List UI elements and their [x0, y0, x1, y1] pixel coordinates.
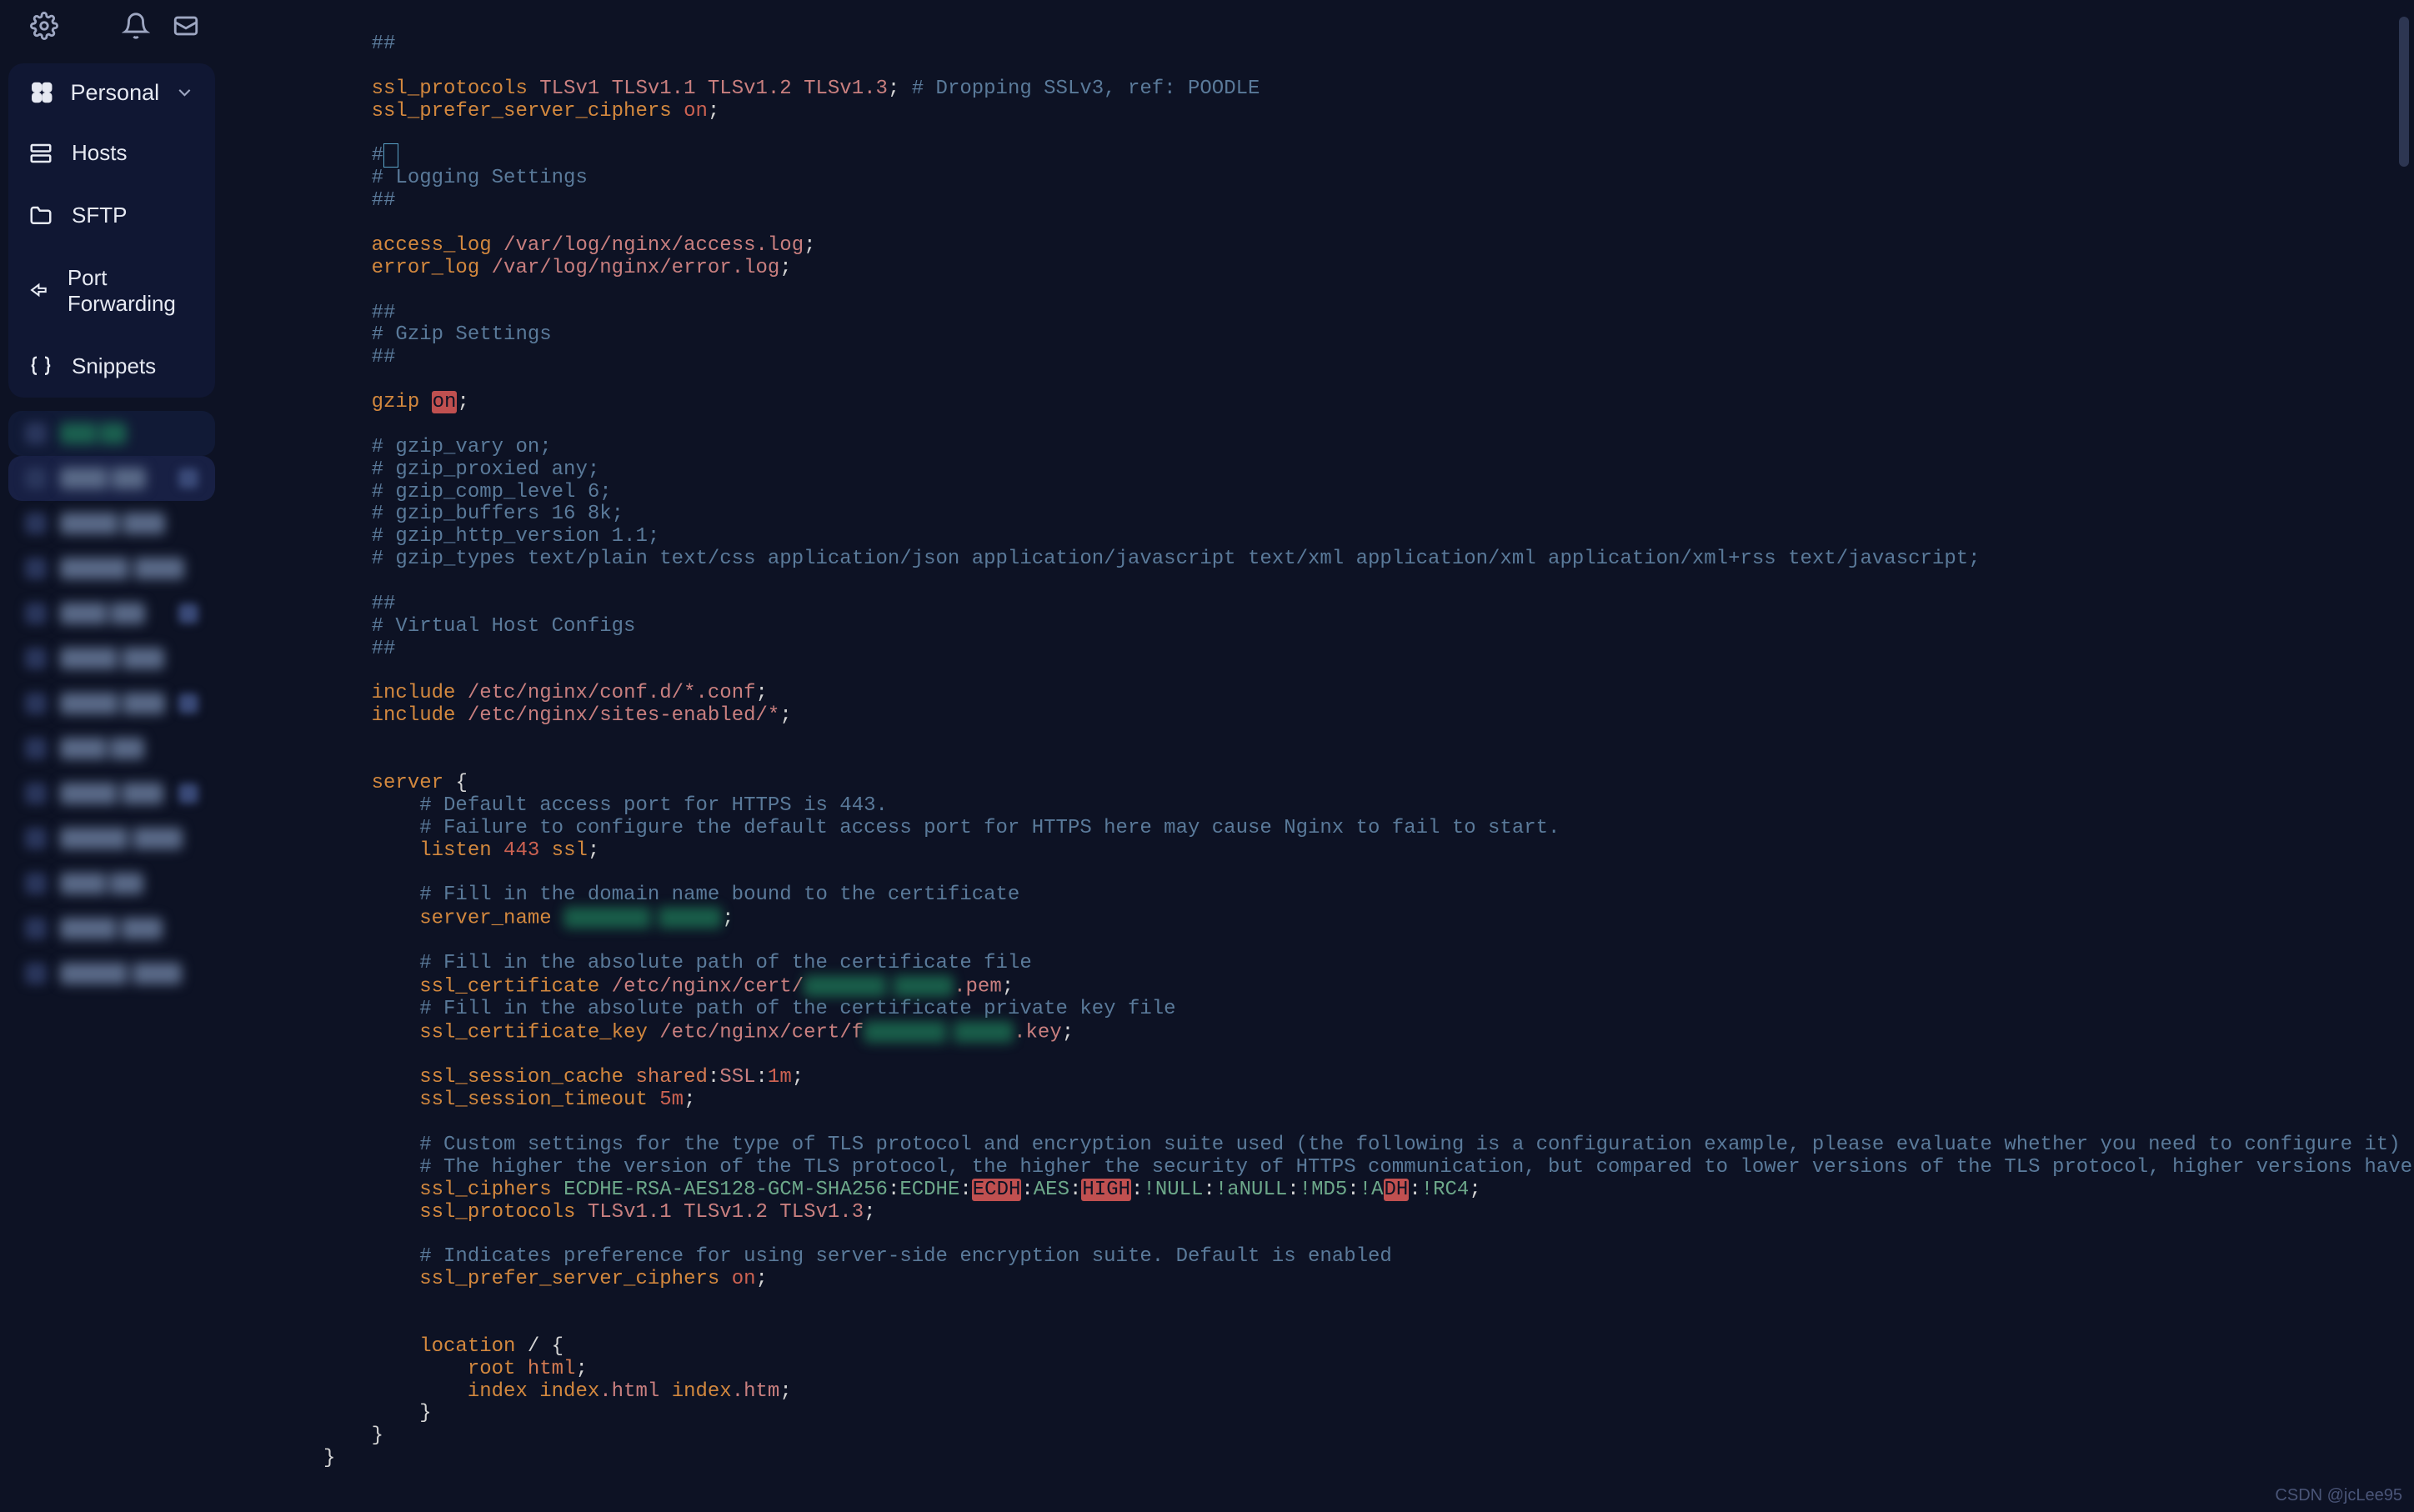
connection-tag — [178, 784, 198, 804]
nav-snippets[interactable]: Snippets — [8, 335, 215, 398]
nav-sftp[interactable]: SFTP — [8, 184, 215, 247]
connection-item[interactable] — [8, 726, 215, 771]
connection-label — [60, 918, 163, 939]
scrollbar[interactable] — [2397, 0, 2411, 1512]
workspace-label: Personal — [71, 80, 160, 106]
connection-label — [60, 603, 145, 624]
host-icon — [25, 828, 47, 849]
forward-icon — [28, 278, 49, 303]
connection-label — [60, 783, 163, 804]
connection-item[interactable] — [8, 681, 215, 726]
host-icon — [25, 603, 47, 624]
host-icon — [25, 693, 47, 714]
connection-tag — [178, 603, 198, 623]
connection-item[interactable] — [8, 501, 215, 546]
nav-label: SFTP — [72, 203, 127, 228]
connection-label — [60, 513, 165, 534]
connection-label — [60, 558, 184, 579]
host-icon — [25, 873, 47, 894]
chevron-down-icon — [174, 82, 195, 103]
connection-label — [60, 468, 146, 489]
scrollbar-thumb[interactable] — [2399, 17, 2409, 167]
connection-item[interactable] — [8, 636, 215, 681]
connection-item[interactable] — [8, 906, 215, 951]
nav-label: Port Forwarding — [68, 265, 195, 317]
connection-label — [60, 828, 183, 849]
connection-item[interactable] — [8, 456, 215, 501]
host-icon — [25, 648, 47, 669]
sync-icon[interactable] — [172, 12, 200, 40]
workspace-block: Personal Hosts SFTP Port Forwarding Snip… — [8, 63, 215, 398]
code-editor[interactable]: ## ssl_protocols TLSv1 TLSv1.1 TLSv1.2 T… — [223, 0, 2414, 1512]
host-icon — [25, 558, 47, 579]
host-icon — [25, 963, 47, 984]
host-icon — [25, 513, 47, 534]
connection-label — [60, 693, 165, 714]
code-content: ## ssl_protocols TLSv1 TLSv1.1 TLSv1.2 T… — [323, 33, 2381, 1470]
connection-label — [60, 963, 182, 984]
connection-label — [60, 738, 144, 759]
sidebar: Personal Hosts SFTP Port Forwarding Snip… — [0, 0, 223, 1512]
connection-item[interactable] — [8, 546, 215, 591]
connection-label — [60, 648, 164, 669]
connection-tag — [178, 468, 198, 488]
nav-portforwarding[interactable]: Port Forwarding — [8, 247, 215, 335]
folder-icon — [28, 203, 53, 228]
connection-item[interactable] — [8, 951, 215, 996]
bell-icon[interactable] — [122, 12, 150, 40]
connection-item[interactable] — [8, 816, 215, 861]
hosts-icon — [28, 141, 53, 166]
nav-hosts[interactable]: Hosts — [8, 122, 215, 184]
connection-item[interactable] — [8, 591, 215, 636]
workspace-icon — [28, 78, 56, 107]
connection-label — [60, 873, 143, 894]
workspace-selector[interactable]: Personal — [8, 63, 215, 122]
sidebar-header — [0, 0, 223, 63]
host-icon — [25, 423, 47, 444]
connection-label — [60, 423, 127, 444]
connection-tag — [178, 693, 198, 713]
gear-icon[interactable] — [30, 12, 58, 40]
host-icon — [25, 783, 47, 804]
host-icon — [25, 468, 47, 489]
nav-label: Hosts — [72, 140, 127, 166]
connection-item[interactable] — [8, 411, 215, 456]
nav-label: Snippets — [72, 353, 156, 379]
connection-item[interactable] — [8, 861, 215, 906]
connection-item[interactable] — [8, 771, 215, 816]
watermark: CSDN @jcLee95 — [2275, 1486, 2402, 1505]
braces-icon — [28, 354, 53, 379]
host-icon — [25, 918, 47, 939]
connection-list — [0, 411, 223, 1512]
host-icon — [25, 738, 47, 759]
